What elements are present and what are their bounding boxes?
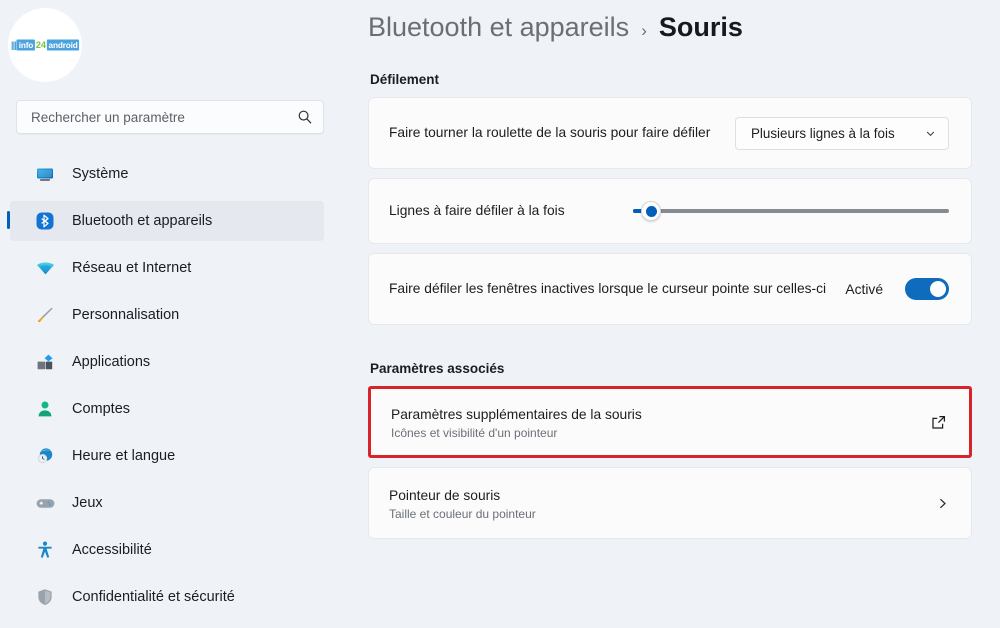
- inactive-windows-toggle-group: Activé: [845, 278, 949, 300]
- sidebar-item-systeme[interactable]: Système: [10, 154, 324, 194]
- mouse-wheel-dropdown-value: Plusieurs lignes à la fois: [751, 125, 895, 141]
- account-icon: [34, 398, 56, 420]
- mouse-pointer-text: Pointeur de souris Taille et couleur du …: [389, 486, 936, 521]
- main-content: Bluetooth et appareils › Souris Défileme…: [340, 0, 1000, 628]
- paintbrush-icon: [34, 304, 56, 326]
- sidebar-item-label: Système: [72, 166, 129, 182]
- sidebar: ||| info 24 android Rechercher un paramè…: [0, 0, 340, 628]
- logo-bars: |||: [10, 39, 17, 51]
- sidebar-item-confidentialite-et-securite[interactable]: Confidentialité et sécurité: [10, 577, 324, 617]
- breadcrumb-parent[interactable]: Bluetooth et appareils: [368, 12, 629, 43]
- inactive-windows-toggle[interactable]: [905, 278, 949, 300]
- section-title-defilement: Défilement: [370, 72, 440, 87]
- slider-thumb[interactable]: [641, 201, 661, 221]
- additional-mouse-settings-title: Paramètres supplémentaires de la souris: [391, 406, 642, 422]
- lines-to-scroll-row: Lignes à faire défiler à la fois: [368, 178, 972, 244]
- sidebar-item-label: Bluetooth et appareils: [72, 213, 213, 229]
- additional-mouse-settings-row[interactable]: Paramètres supplémentaires de la souris …: [368, 386, 972, 458]
- search-icon[interactable]: [297, 109, 313, 125]
- mouse-wheel-dropdown[interactable]: Plusieurs lignes à la fois: [735, 116, 949, 150]
- sidebar-item-accessibilite[interactable]: Accessibilité: [10, 530, 324, 570]
- wifi-icon: [34, 257, 56, 279]
- additional-mouse-settings-text: Paramètres supplémentaires de la souris …: [391, 405, 930, 440]
- sidebar-item-bluetooth-et-appareils[interactable]: Bluetooth et appareils: [7, 201, 324, 241]
- mouse-wheel-label: Faire tourner la roulette de la souris p…: [389, 125, 711, 140]
- sidebar-item-label: Jeux: [72, 495, 103, 511]
- sidebar-item-label: Heure et langue: [72, 448, 176, 464]
- logo-chip-right: android: [46, 39, 80, 51]
- lines-to-scroll-label: Lignes à faire défiler à la fois: [389, 203, 565, 218]
- avatar[interactable]: ||| info 24 android: [8, 8, 82, 82]
- info24android-logo: ||| info 24 android: [10, 39, 80, 51]
- search-box[interactable]: [16, 100, 324, 134]
- accessibility-icon: [34, 539, 56, 561]
- sidebar-item-jeux[interactable]: Jeux: [10, 483, 324, 523]
- settings-window: ||| info 24 android Rechercher un paramè…: [0, 0, 1000, 628]
- sidebar-item-comptes[interactable]: Comptes: [10, 389, 324, 429]
- monitor-icon: [34, 163, 56, 185]
- inactive-windows-scroll-label: Faire défiler les fenêtres inactives lor…: [389, 281, 827, 296]
- sidebar-item-label: Confidentialité et sécurité: [72, 589, 235, 605]
- search-input[interactable]: [31, 109, 297, 125]
- mouse-wheel-row: Faire tourner la roulette de la souris p…: [368, 97, 972, 169]
- avatar-wrap: ||| info 24 android: [0, 0, 340, 82]
- page-title: Souris: [658, 12, 743, 42]
- sidebar-item-label: Accessibilité: [72, 542, 152, 558]
- apps-icon: [34, 351, 56, 373]
- clock-globe-icon: [34, 445, 56, 467]
- breadcrumb: Bluetooth et appareils › Souris: [368, 0, 972, 43]
- sidebar-nav: Système Bluetooth et appareils Réseau et…: [0, 154, 340, 617]
- chevron-right-icon[interactable]: [936, 497, 949, 510]
- mouse-pointer-row[interactable]: Pointeur de souris Taille et couleur du …: [368, 467, 972, 539]
- bluetooth-icon: [34, 210, 56, 232]
- toggle-knob: [930, 281, 946, 297]
- gamepad-icon: [34, 492, 56, 514]
- sidebar-item-personnalisation[interactable]: Personnalisation: [10, 295, 324, 335]
- sidebar-item-reseau-et-internet[interactable]: Réseau et Internet: [10, 248, 324, 288]
- sidebar-item-label: Personnalisation: [72, 307, 180, 323]
- section-title-parametres-associes: Paramètres associés: [370, 361, 505, 376]
- sidebar-item-label: Applications: [72, 354, 151, 370]
- logo-mid: 24: [35, 39, 46, 51]
- sidebar-item-label: Comptes: [72, 401, 131, 417]
- toggle-state-label: Activé: [845, 281, 883, 297]
- logo-chip-left: info: [16, 39, 35, 51]
- chevron-right-icon: ›: [641, 21, 647, 40]
- shield-icon: [34, 586, 56, 608]
- mouse-pointer-subtitle: Taille et couleur du pointeur: [389, 506, 536, 521]
- sidebar-item-applications[interactable]: Applications: [10, 342, 324, 382]
- sidebar-item-heure-et-langue[interactable]: Heure et langue: [10, 436, 324, 476]
- chevron-down-icon: [926, 131, 935, 136]
- slider-track[interactable]: [633, 209, 949, 213]
- external-link-icon[interactable]: [930, 414, 947, 431]
- sidebar-item-label: Réseau et Internet: [72, 260, 192, 276]
- additional-mouse-settings-subtitle: Icônes et visibilité d'un pointeur: [391, 425, 558, 440]
- search-wrap: [0, 82, 340, 134]
- mouse-pointer-title: Pointeur de souris: [389, 487, 501, 503]
- inactive-windows-scroll-row: Faire défiler les fenêtres inactives lor…: [368, 253, 972, 325]
- lines-to-scroll-slider[interactable]: [633, 195, 949, 227]
